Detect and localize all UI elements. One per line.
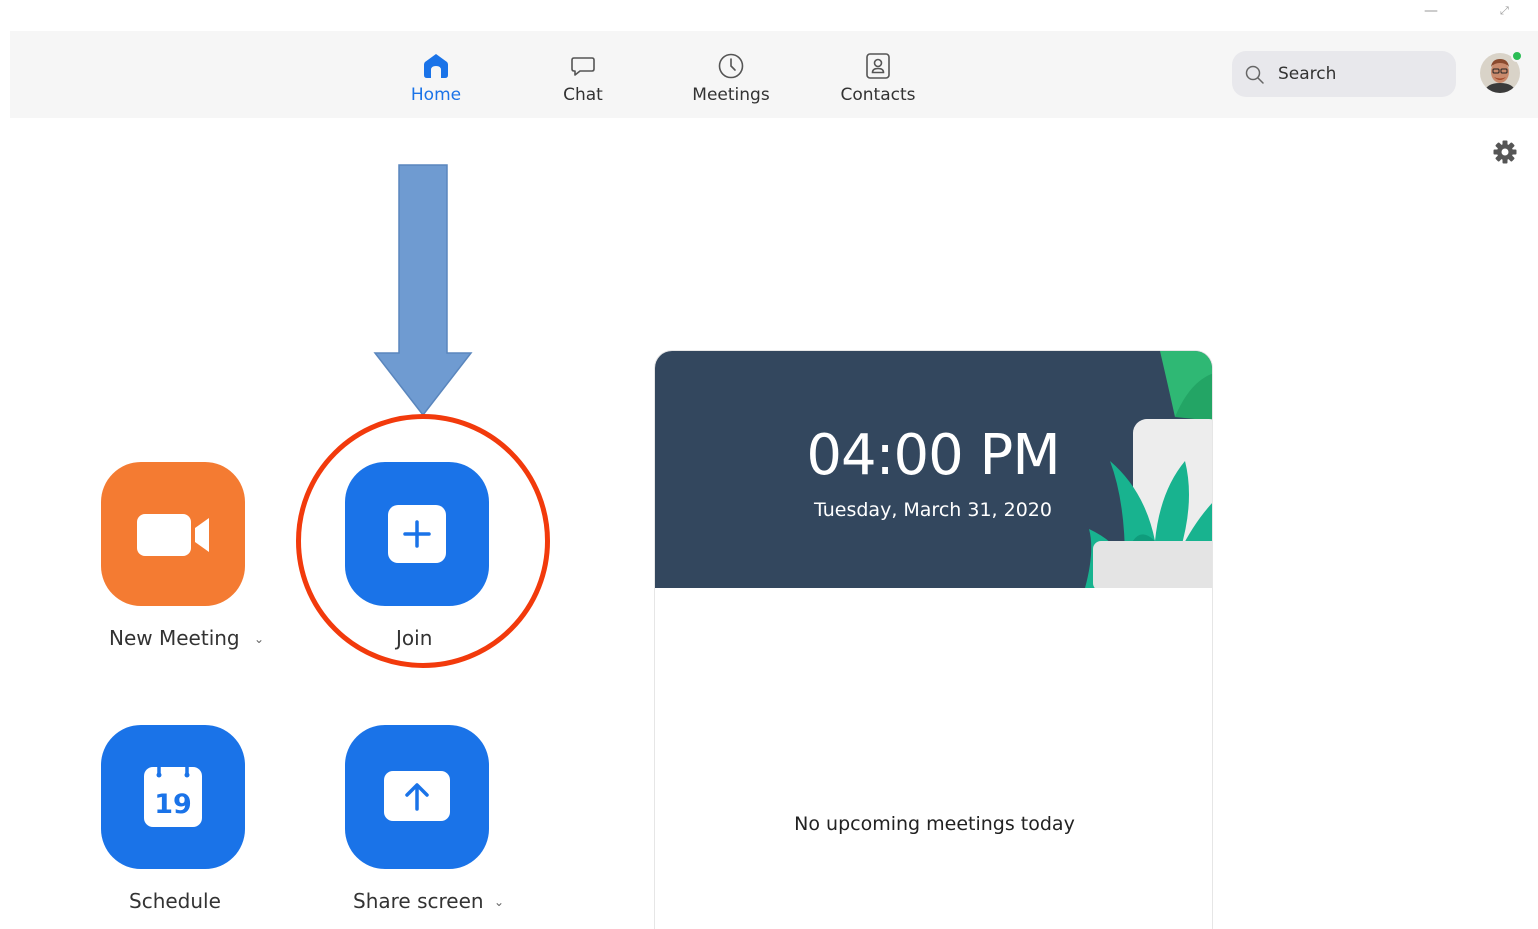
clock-icon (718, 53, 744, 79)
calendar-day-number: 19 (154, 789, 192, 820)
join-button[interactable] (345, 462, 489, 606)
schedule-button[interactable]: 19 (101, 725, 245, 869)
tab-meetings[interactable]: Meetings (676, 50, 786, 105)
maximize-button[interactable]: ⤢ (1500, 4, 1509, 18)
contact-card-icon (866, 53, 890, 79)
avatar[interactable] (1480, 50, 1523, 93)
tab-contacts[interactable]: Contacts (823, 50, 933, 105)
online-status-dot (1511, 50, 1523, 62)
calendar-icon: 19 (144, 761, 202, 827)
tab-chat-label: Chat (563, 85, 603, 105)
upcoming-meetings-card: 04:00 PM Tuesday, March 31, 2020 No upco… (654, 350, 1213, 929)
gear-icon[interactable] (1492, 139, 1518, 165)
tab-contacts-label: Contacts (840, 85, 916, 105)
schedule-label: Schedule (129, 889, 221, 913)
chevron-down-icon[interactable]: ⌄ (494, 895, 504, 909)
no-meetings-message: No upcoming meetings today (794, 813, 1075, 835)
annotation-arrow (373, 164, 473, 417)
join-label: Join (396, 626, 433, 650)
current-time: 04:00 PM (806, 423, 1060, 488)
share-screen-icon (384, 771, 450, 821)
search-input[interactable] (1278, 59, 1446, 89)
calendar-header: 04:00 PM Tuesday, March 31, 2020 (655, 351, 1212, 588)
chat-bubble-icon (571, 57, 595, 76)
tab-home[interactable]: Home (381, 50, 491, 105)
share-screen-label: Share screen (353, 889, 484, 913)
top-nav-bar: Home Chat Meetings Contacts (10, 31, 1538, 118)
home-icon (424, 54, 448, 78)
search-box[interactable] (1232, 51, 1456, 97)
chevron-down-icon[interactable]: ⌄ (254, 632, 264, 646)
share-screen-button[interactable] (345, 725, 489, 869)
plus-icon (388, 505, 446, 563)
minimize-button[interactable]: — (1424, 4, 1438, 18)
tab-chat[interactable]: Chat (528, 50, 638, 105)
current-date: Tuesday, March 31, 2020 (814, 499, 1052, 521)
new-meeting-button[interactable] (101, 462, 245, 606)
tab-home-label: Home (410, 85, 462, 105)
tab-meetings-label: Meetings (692, 85, 770, 105)
search-icon (1245, 65, 1264, 84)
new-meeting-label: New Meeting (109, 626, 240, 650)
video-camera-icon (137, 514, 209, 556)
